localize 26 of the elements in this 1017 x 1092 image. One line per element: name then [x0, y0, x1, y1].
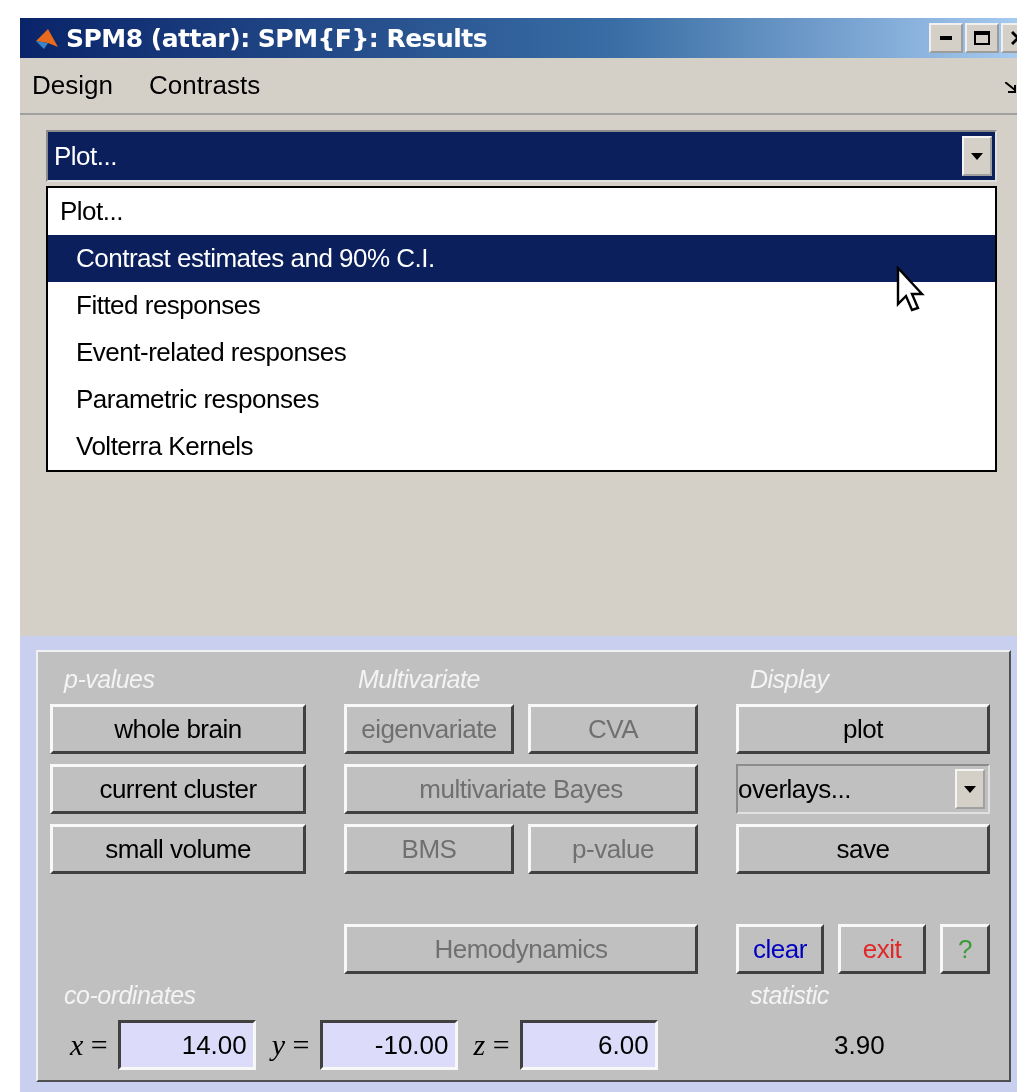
maximize-icon [974, 31, 990, 45]
minimize-icon [940, 36, 952, 40]
dock-arrow-icon[interactable] [1005, 82, 1017, 94]
panel-button[interactable]: whole brain [50, 704, 306, 754]
dropdown-arrow-icon [971, 152, 983, 160]
overlays-select[interactable]: overlays... [736, 764, 990, 814]
coordinate-label: z = [473, 1028, 510, 1062]
menu-item[interactable]: Design [32, 70, 113, 101]
coordinate-label: y = [271, 1028, 310, 1062]
maximize-button[interactable] [965, 23, 999, 53]
coordinate-field[interactable]: 6.00 [519, 1020, 658, 1070]
plot-button[interactable]: plot [736, 704, 990, 754]
coordinate-field[interactable]: 14.00 [117, 1020, 256, 1070]
panel-button[interactable]: current cluster [50, 764, 306, 814]
panel-button[interactable]: small volume [50, 824, 306, 874]
save-button[interactable]: save [736, 824, 990, 874]
dropdown-arrow-icon [964, 785, 976, 793]
coordinate-label: x = [70, 1028, 108, 1062]
action-button[interactable]: clear [736, 924, 824, 974]
plot-select[interactable]: Plot... [46, 130, 997, 182]
statistic-value: 3.90 [833, 1029, 886, 1061]
coordinate-field[interactable]: -10.00 [319, 1020, 458, 1070]
dropdown-option[interactable]: Contrast estimates and 90% C.I. [48, 235, 995, 282]
minimize-button[interactable] [929, 23, 963, 53]
menu-item[interactable]: Contrasts [148, 70, 261, 101]
window-title: SPM8 (attar): SPM{F}: Results [66, 23, 489, 53]
